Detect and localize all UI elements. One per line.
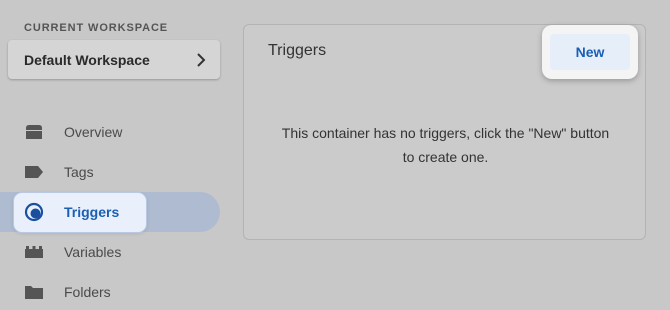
sidebar-item-label: Tags	[64, 164, 94, 180]
workspace-section-label: CURRENT WORKSPACE	[24, 22, 169, 34]
folder-icon	[24, 282, 44, 302]
triggers-card: Triggers New This container has no trigg…	[243, 24, 646, 240]
sidebar-item-label: Triggers	[64, 204, 120, 220]
workspace-selector[interactable]: Default Workspace	[8, 40, 220, 79]
sidebar-item-folders[interactable]: Folders	[0, 272, 220, 310]
workspace-name: Default Workspace	[24, 51, 150, 68]
empty-state-message: This container has no triggers, click th…	[254, 121, 637, 169]
variables-icon	[24, 242, 44, 262]
trigger-icon	[24, 202, 44, 222]
sidebar-item-label: Variables	[64, 244, 122, 260]
sidebar-item-label: Folders	[64, 284, 111, 300]
new-trigger-button[interactable]: New	[550, 34, 630, 70]
empty-message-line: to create one.	[402, 149, 489, 165]
card-title: Triggers	[268, 42, 327, 59]
sidebar-item-overview[interactable]: Overview	[0, 112, 220, 152]
sidebar-item-triggers[interactable]: Triggers	[0, 192, 220, 232]
empty-message-line: This container has no triggers, click th…	[281, 125, 610, 141]
page: CURRENT WORKSPACE Default Workspace Over…	[0, 0, 670, 310]
sidebar-item-variables[interactable]: Variables	[0, 232, 220, 272]
overview-icon	[24, 122, 44, 142]
chevron-right-icon	[194, 52, 208, 67]
sidebar-item-tags[interactable]: Tags	[0, 152, 220, 192]
tag-icon	[24, 162, 44, 182]
sidebar-item-label: Overview	[64, 124, 123, 140]
